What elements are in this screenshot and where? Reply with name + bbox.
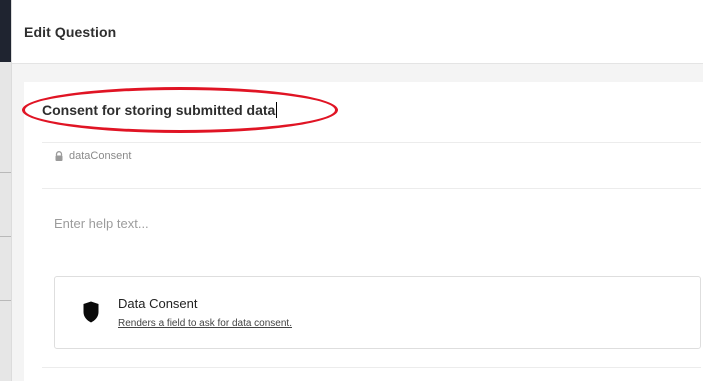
background-divider	[0, 300, 11, 301]
lock-icon	[55, 151, 63, 161]
question-key-text: dataConsent	[69, 150, 132, 162]
help-text-input[interactable]: Enter help text...	[54, 216, 149, 231]
divider	[42, 142, 701, 143]
background-app-header	[0, 0, 11, 62]
background-divider	[0, 236, 11, 237]
background-divider	[0, 172, 11, 173]
field-type-description-link[interactable]: Renders a field to ask for data consent.	[118, 318, 292, 329]
divider	[42, 367, 701, 368]
page-title: Edit Question	[24, 24, 117, 40]
divider	[42, 188, 701, 189]
background-app-strip	[0, 0, 12, 381]
question-key: dataConsent	[54, 150, 131, 162]
field-type-name: Data Consent	[118, 296, 198, 311]
panel-header: Edit Question	[12, 0, 703, 64]
shield-icon	[83, 301, 99, 323]
highlight-annotation	[22, 87, 338, 133]
edit-question-panel: Edit Question Consent for storing submit…	[12, 0, 703, 381]
question-form: Consent for storing submitted data dataC…	[22, 82, 703, 381]
field-type-card[interactable]: Data Consent Renders a field to ask for …	[54, 276, 701, 349]
